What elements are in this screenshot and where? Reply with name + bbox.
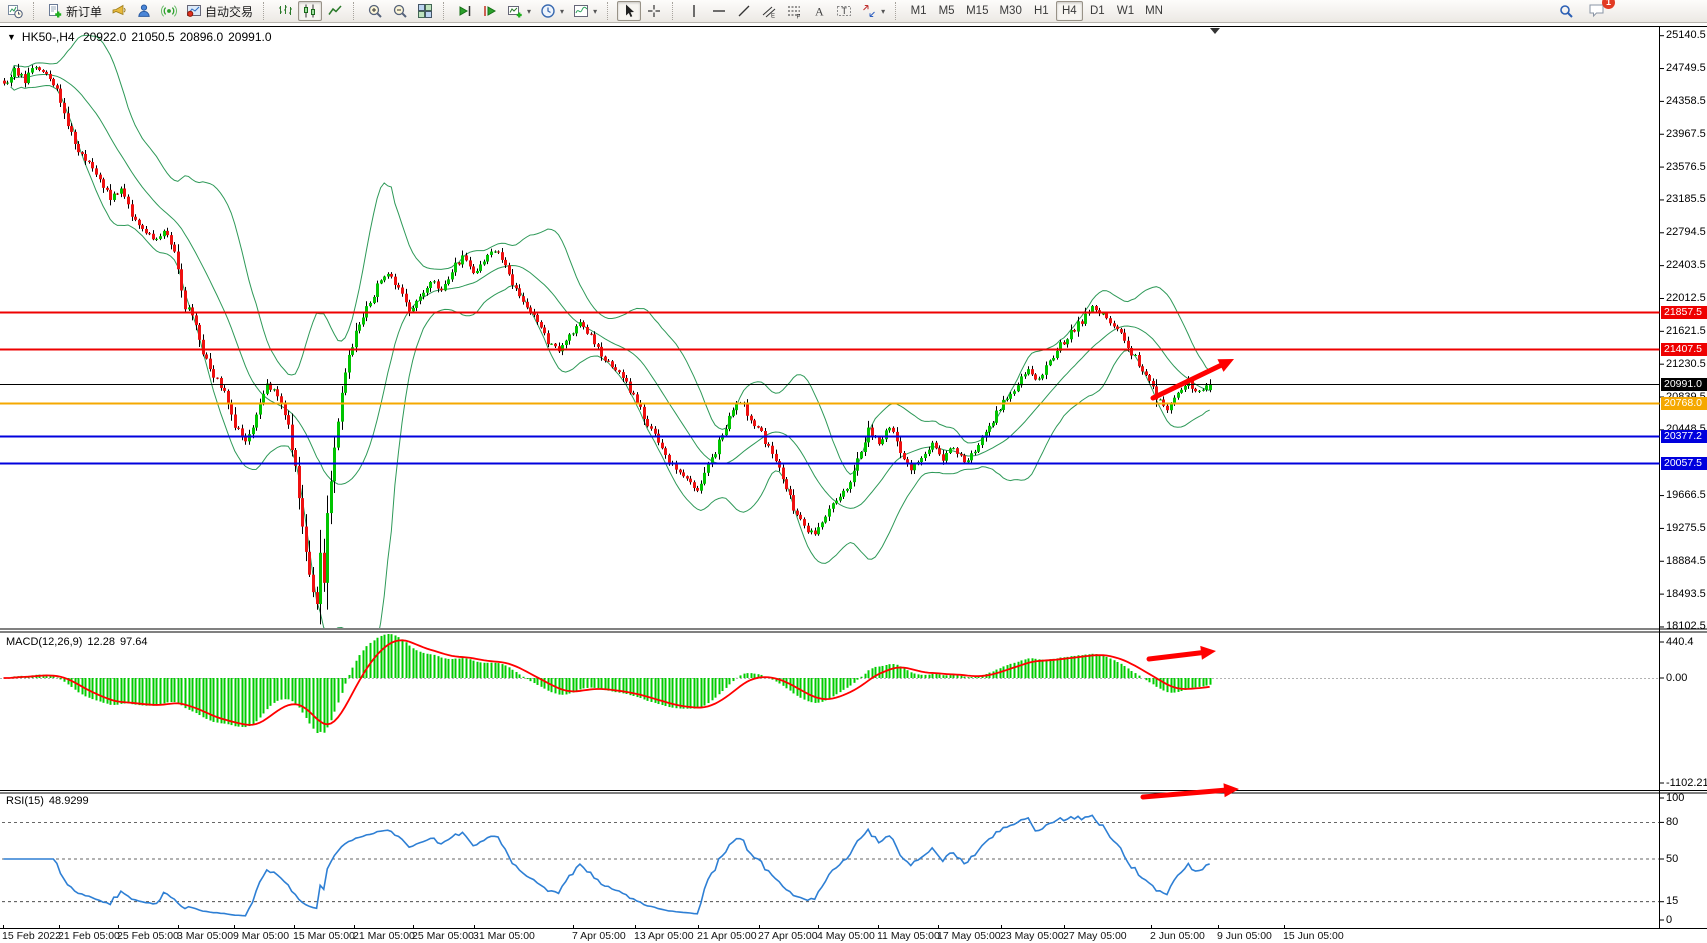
ohlc-bars-icon	[277, 3, 293, 19]
auto-trading-label: 自动交易	[205, 3, 253, 20]
search-button[interactable]	[1554, 1, 1578, 21]
alerts-button[interactable]	[107, 1, 131, 21]
fibonacci-tool-button[interactable]: F	[782, 1, 806, 21]
timeframe-button-d1[interactable]: D1	[1084, 1, 1111, 21]
timeframe-button-mn[interactable]: MN	[1140, 1, 1168, 21]
text-tool-button[interactable]: A	[807, 1, 831, 21]
text-label-tool-button[interactable]: T	[832, 1, 856, 21]
zoom-in-icon	[367, 3, 383, 19]
notification-badge[interactable]: 1	[1602, 0, 1615, 9]
chart-shift-button[interactable]	[478, 1, 502, 21]
template-chart-icon	[573, 3, 589, 19]
market-person-icon	[136, 3, 152, 19]
periods-button[interactable]: ▾	[536, 1, 568, 21]
timeframe-button-m30[interactable]: M30	[994, 1, 1026, 21]
toolbar-separator	[672, 2, 677, 20]
timeframe-button-m15[interactable]: M15	[961, 1, 993, 21]
templates-button[interactable]: ▾	[569, 1, 601, 21]
timeframe-button-h1[interactable]: H1	[1028, 1, 1055, 21]
timeframe-button-h4[interactable]: H4	[1056, 1, 1083, 21]
trendline-tool-button[interactable]	[732, 1, 756, 21]
tile-windows-button[interactable]	[413, 1, 437, 21]
new-chart-button[interactable]: ▾	[503, 1, 535, 21]
channel-tool-button[interactable]: E	[757, 1, 781, 21]
cursor-tool-button[interactable]	[617, 1, 641, 21]
new-chart-icon	[507, 3, 523, 19]
trendline-icon	[736, 3, 752, 19]
dropdown-caret-icon: ▾	[560, 7, 564, 16]
chart-canvas	[0, 0, 1707, 943]
auto-scroll-button[interactable]	[453, 1, 477, 21]
crosshair-icon	[646, 3, 662, 19]
dropdown-caret-icon: ▾	[881, 7, 885, 16]
arrows-tool-button[interactable]: ▾	[857, 1, 889, 21]
candlestick-chart-button[interactable]	[298, 1, 322, 21]
new-order-button[interactable]: 新订单	[43, 1, 106, 21]
toolbar-right-tools: 1	[1554, 0, 1609, 23]
horizontal-line-tool-button[interactable]	[707, 1, 731, 21]
svg-text:A: A	[815, 5, 824, 19]
line-chart-icon	[327, 3, 343, 19]
cursor-icon	[621, 3, 637, 19]
fibonacci-icon: F	[786, 3, 802, 19]
tick-chart-button[interactable]	[3, 1, 27, 21]
timeframe-button-m5[interactable]: M5	[933, 1, 960, 21]
clock-icon	[540, 3, 556, 19]
timeframe-button-w1[interactable]: W1	[1112, 1, 1139, 21]
auto-scroll-icon	[457, 3, 473, 19]
svg-text:T: T	[842, 6, 848, 16]
new-order-icon	[47, 3, 63, 19]
vertical-line-tool-button[interactable]	[682, 1, 706, 21]
notifications-wrap: 1	[1584, 0, 1609, 23]
timeframe-button-m1[interactable]: M1	[905, 1, 932, 21]
zoom-out-button[interactable]	[388, 1, 412, 21]
line-chart-button[interactable]	[323, 1, 347, 21]
timeframe-strip: M1M5M15M30H1H4D1W1MN	[905, 1, 1168, 21]
text-label-icon: T	[836, 3, 852, 19]
arrows-icon	[861, 3, 877, 19]
candlestick-icon	[302, 3, 318, 19]
bar-chart-button[interactable]	[273, 1, 297, 21]
signals-button[interactable]	[157, 1, 181, 21]
signal-waves-icon	[161, 3, 177, 19]
vertical-line-icon	[686, 3, 702, 19]
text-a-icon: A	[811, 3, 827, 19]
auto-trading-icon	[186, 3, 202, 19]
toolbar-separator	[895, 2, 900, 20]
toolbar: 新订单 自动交易 ▾ ▾	[0, 0, 1707, 23]
chart-shift-icon	[482, 3, 498, 19]
toolbar-separator	[607, 2, 612, 20]
crosshair-tool-button[interactable]	[642, 1, 666, 21]
tile-windows-icon	[417, 3, 433, 19]
toolbar-separator	[263, 2, 268, 20]
macd-trend-arrow	[1149, 646, 1216, 660]
chart-shift-marker	[1210, 28, 1220, 34]
alert-horn-icon	[111, 3, 127, 19]
channel-icon: E	[761, 3, 777, 19]
market-watch-button[interactable]	[132, 1, 156, 21]
auto-trading-button[interactable]: 自动交易	[182, 1, 257, 21]
chart-clock-icon	[7, 3, 23, 19]
zoom-in-button[interactable]	[363, 1, 387, 21]
horizontal-line-icon	[711, 3, 727, 19]
toolbar-separator	[33, 2, 38, 20]
dropdown-caret-icon: ▾	[593, 7, 597, 16]
price-trend-arrow	[1153, 359, 1234, 398]
svg-text:F: F	[797, 15, 801, 20]
toolbar-separator	[353, 2, 358, 20]
toolbar-separator	[443, 2, 448, 20]
dropdown-caret-icon: ▾	[527, 7, 531, 16]
chart-area[interactable]: ▼HK50-,H4 20922.021050.520896.020991.0 M…	[0, 0, 1707, 943]
zoom-out-icon	[392, 3, 408, 19]
svg-text:E: E	[771, 14, 775, 20]
new-order-label: 新订单	[66, 3, 102, 20]
search-icon	[1558, 3, 1574, 19]
